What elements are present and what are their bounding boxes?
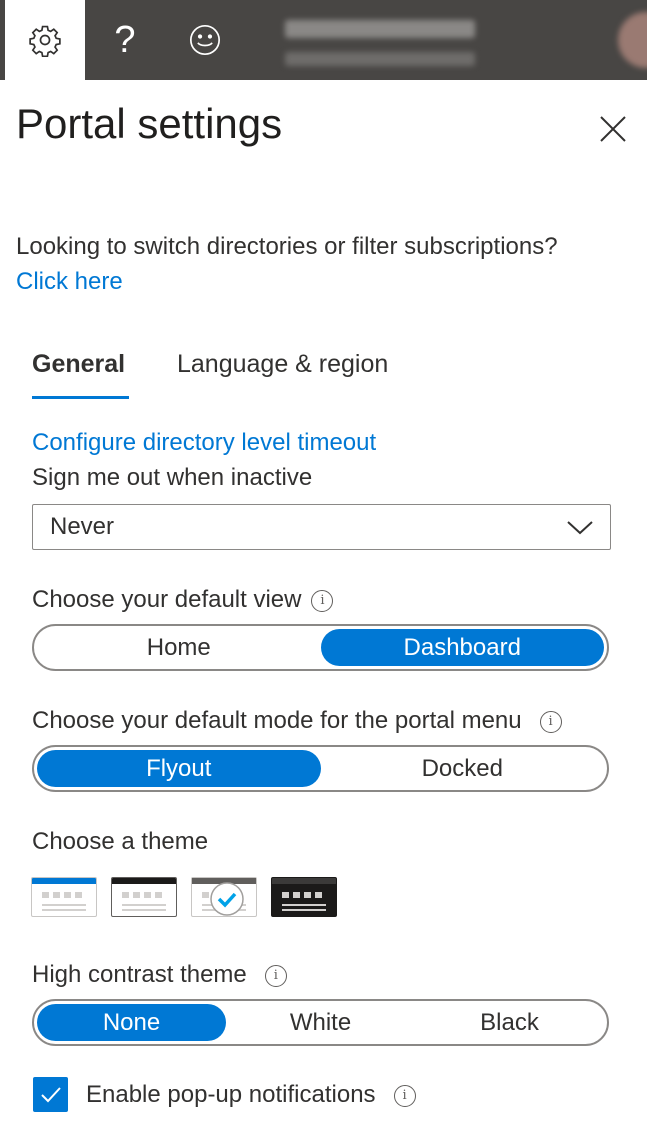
signout-select[interactable]: Never [32,504,611,550]
help-icon: ? [114,18,136,61]
option-black[interactable]: Black [415,1004,604,1041]
theme-gray-selected[interactable] [191,877,257,917]
signout-label: Sign me out when inactive [32,464,313,491]
menu-mode-toggle[interactable]: Flyout Docked [32,745,609,792]
option-docked[interactable]: Docked [321,750,605,787]
default-view-toggle[interactable]: Home Dashboard [32,624,609,671]
option-white[interactable]: White [226,1004,415,1041]
high-contrast-text: High contrast theme [32,961,247,988]
option-flyout[interactable]: Flyout [37,750,321,787]
theme-light[interactable] [111,877,177,917]
default-view-text: Choose your default view [32,586,302,613]
menu-mode-text: Choose your default mode for the portal … [32,707,522,734]
info-icon[interactable]: i [539,710,562,733]
info-icon[interactable]: i [393,1084,416,1107]
tab-general[interactable]: General [32,350,125,379]
option-none[interactable]: None [37,1004,226,1041]
popup-label: Enable pop-up notifications i [86,1081,416,1109]
checkmark-icon [40,1086,61,1102]
page-title: Portal settings [16,100,283,147]
high-contrast-label: High contrast theme i [32,961,287,989]
feedback-button[interactable] [165,0,245,80]
settings-button[interactable] [5,0,85,80]
intro-text: Looking to switch directories or filter … [16,233,558,260]
top-bar: ? [0,0,647,80]
avatar [618,12,647,68]
popup-checkbox[interactable] [33,1077,68,1112]
option-dashboard[interactable]: Dashboard [320,629,604,666]
tab-language-region[interactable]: Language & region [177,350,388,379]
info-icon[interactable]: i [264,964,287,987]
checkmark-icon [210,882,244,916]
help-button[interactable]: ? [85,0,165,80]
click-here-link[interactable]: Click here [16,268,123,296]
tab-underline [32,396,129,399]
timeout-link[interactable]: Configure directory level timeout [32,429,376,457]
theme-azure[interactable] [31,877,97,917]
theme-dark[interactable] [271,877,337,917]
theme-label: Choose a theme [32,828,209,855]
high-contrast-toggle[interactable]: None White Black [32,999,609,1046]
default-view-label: Choose your default view i [32,586,334,614]
smiley-icon [189,24,221,56]
info-icon[interactable]: i [311,589,334,612]
option-home[interactable]: Home [37,629,321,666]
gear-icon [29,25,61,57]
close-icon[interactable] [598,114,628,144]
chevron-down-icon [567,521,593,535]
signout-value: Never [50,513,115,540]
popup-text: Enable pop-up notifications [86,1081,376,1108]
menu-mode-label: Choose your default mode for the portal … [32,707,562,735]
